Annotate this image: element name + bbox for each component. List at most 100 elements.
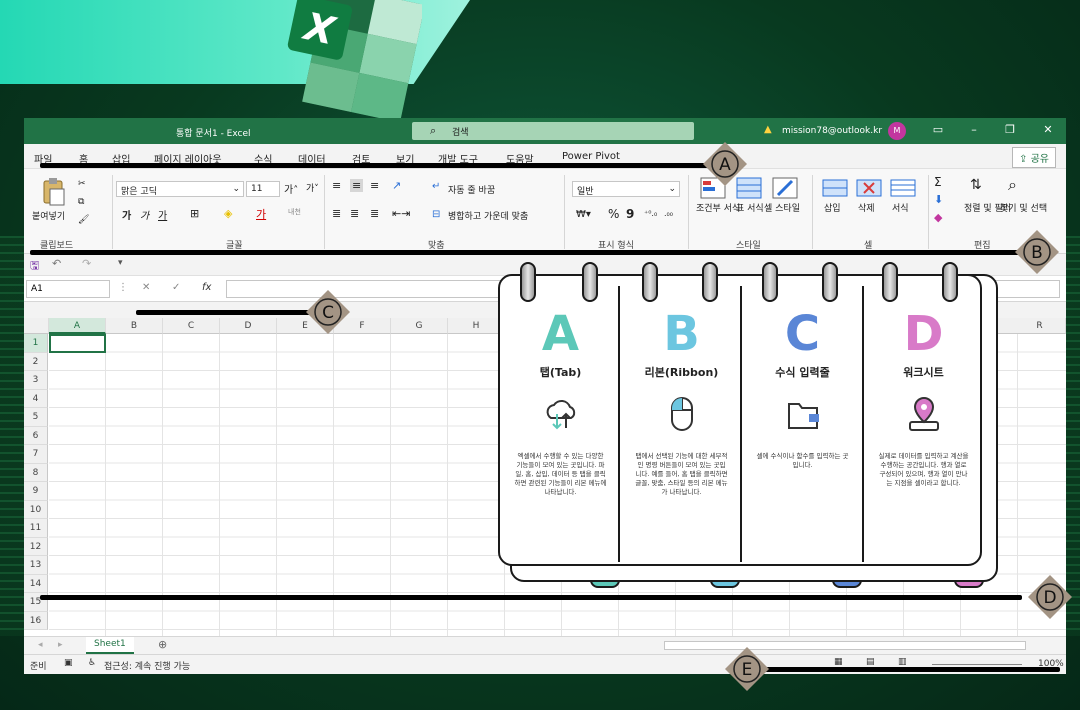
cell-style-icon[interactable] [772,177,798,199]
row-header[interactable]: 3 [24,371,48,390]
more-icon[interactable]: ⋮ [118,282,128,293]
row-header[interactable]: 7 [24,445,48,464]
increase-decimal-icon[interactable]: ⁺⁰.₀ [644,209,657,218]
next-sheet-icon[interactable]: ▸ [58,640,63,650]
paste-icon[interactable] [38,177,68,207]
phonetic-icon[interactable]: 내천 [288,207,301,217]
save-icon[interactable]: 🖫 [30,257,39,276]
find-select-label[interactable]: 찾기 및 선택 [1000,201,1047,214]
number-format-select[interactable]: 일반 ⌄ [572,181,680,197]
account-email[interactable]: mission78@outlook.kr [782,126,882,136]
add-sheet-icon[interactable]: ⊕ [158,638,167,651]
border-icon[interactable]: ⊞ [190,207,199,220]
row-header[interactable]: 10 [24,500,48,519]
horizontal-scrollbar[interactable] [664,641,1026,650]
delete-cells-label[interactable]: 삭제 [858,201,875,214]
tab-power-pivot[interactable]: Power Pivot [562,151,620,162]
search-box[interactable]: ⌕ 검색 [412,122,694,140]
font-size-select[interactable]: 11 [246,181,280,197]
page-layout-view-icon[interactable]: ▤ [866,657,875,667]
merge-center-label[interactable]: 병합하고 가운데 맞춤 [448,209,528,222]
sheet-tab[interactable]: Sheet1 [86,637,134,654]
fill-icon[interactable]: ⬇ [934,193,943,206]
align-bottom-icon[interactable]: ≡ [370,179,379,192]
align-right-icon[interactable]: ≣ [370,207,379,220]
undo-icon[interactable]: ↶ [52,257,61,270]
row-header[interactable]: 11 [24,519,48,538]
accessibility-icon[interactable]: ♿ [88,658,96,668]
clear-icon[interactable]: ◆ [934,211,942,224]
bold-icon[interactable]: 가 [122,207,131,222]
row-header[interactable]: 1 [24,334,48,353]
align-left-icon[interactable]: ≣ [332,207,341,220]
copy-icon[interactable]: ⧉ [78,197,84,207]
row-header[interactable]: 5 [24,408,48,427]
customize-qat-icon[interactable]: ▾ [118,258,123,268]
align-center-icon[interactable]: ≣ [350,207,359,220]
format-cells-label[interactable]: 서식 [892,201,909,214]
align-middle-icon[interactable]: ≡ [350,179,364,192]
merge-icon[interactable]: ⊟ [432,209,440,220]
avatar[interactable]: M [888,122,906,140]
autosum-icon[interactable]: Σ [934,175,942,189]
underline-icon[interactable]: 가 [158,207,167,222]
grow-font-icon[interactable]: 가˄ [284,181,298,196]
decrease-decimal-icon[interactable]: .₀₀ [664,209,673,218]
insert-cells-icon[interactable] [822,179,848,197]
row-header[interactable]: 12 [24,537,48,556]
row-header[interactable]: 8 [24,463,48,482]
warning-icon[interactable]: ▲ [764,124,772,135]
cancel-icon[interactable]: ✕ [142,282,150,293]
format-cells-icon[interactable] [890,179,916,197]
shrink-font-icon[interactable]: 가˅ [306,181,319,194]
minimize-icon[interactable]: – [964,123,984,136]
name-box[interactable]: A1 [26,280,110,298]
format-table-label[interactable]: 표 서식 [736,201,764,214]
sort-filter-icon[interactable]: ⇅ [970,177,982,193]
zoom-slider[interactable] [932,664,1022,665]
row-header[interactable]: 9 [24,482,48,501]
currency-icon[interactable]: ₩▾ [576,209,591,220]
find-icon[interactable]: ⌕ [1008,175,1017,195]
paste-label[interactable]: 붙여넣기 [32,209,65,222]
delete-cells-icon[interactable] [856,179,882,197]
column-header[interactable]: G [391,318,448,334]
fill-color-icon[interactable]: ◈ [224,207,232,220]
restore-icon[interactable]: ❐ [1000,123,1020,136]
normal-view-icon[interactable]: ▦ [834,657,843,667]
accessibility-status[interactable]: 접근성: 계속 진행 가능 [104,659,190,672]
format-painter-icon[interactable]: 🖌 [78,215,89,225]
ribbon-display-icon[interactable]: ▭ [928,123,948,136]
close-icon[interactable]: ✕ [1038,123,1058,136]
cell-style-label[interactable]: 셀 스타일 [764,201,800,214]
share-button[interactable]: ⇪ 공유 [1012,147,1056,168]
row-header[interactable]: 14 [24,574,48,593]
prev-sheet-icon[interactable]: ◂ [38,640,43,650]
active-cell[interactable] [49,334,106,353]
insert-function-button[interactable]: fx [202,282,211,293]
macro-record-icon[interactable]: ▣ [64,658,73,668]
orientation-icon[interactable]: ↗ [392,179,401,192]
align-top-icon[interactable]: ≡ [332,179,341,192]
page-break-view-icon[interactable]: ▥ [898,657,907,667]
column-header[interactable]: R [1014,318,1066,334]
wrap-text-label[interactable]: 자동 줄 바꿈 [448,183,495,196]
column-header[interactable]: A [49,318,106,334]
column-header[interactable]: D [220,318,277,334]
select-all[interactable] [24,318,49,334]
row-header[interactable]: 13 [24,556,48,575]
italic-icon[interactable]: 가 [140,207,149,222]
row-header[interactable]: 6 [24,426,48,445]
column-header[interactable]: C [163,318,220,334]
comma-icon[interactable]: 9 [626,207,634,221]
insert-cells-label[interactable]: 삽입 [824,201,841,214]
conditional-format-label[interactable]: 조건부 서식 [696,201,740,214]
font-name-select[interactable]: 맑은 고딕 ⌄ [116,181,244,197]
column-header[interactable]: B [106,318,163,334]
redo-icon[interactable]: ↷ [82,257,91,270]
cut-icon[interactable]: ✂ [78,179,86,189]
wrap-text-icon[interactable]: ↵ [432,181,440,192]
font-color-icon[interactable]: 가 [256,206,266,222]
row-header[interactable]: 16 [24,611,48,630]
indent-icon[interactable]: ⇤⇥ [392,207,410,220]
